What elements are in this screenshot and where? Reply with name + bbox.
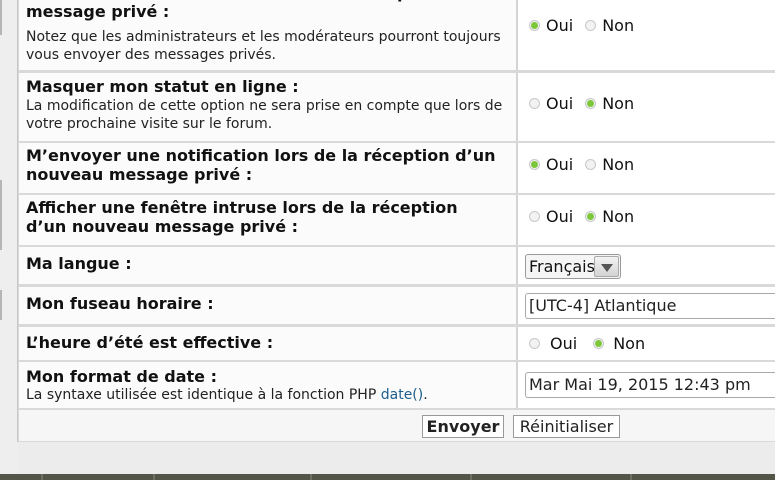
radio-label: Non [602,16,635,35]
radio-non[interactable] [585,211,597,222]
radio-label: Non [602,155,635,174]
radio-non[interactable] [585,159,597,170]
left-margin [0,0,18,474]
pref-title: Mon fuseau horaire : [26,294,214,313]
radio-label: Oui [546,207,574,226]
pref-title: M’envoyer une notification lors de la ré… [26,146,496,184]
divider [310,474,312,480]
divider [153,474,155,480]
pref-row-hide-online: Masquer mon statut en ligne : La modific… [19,73,775,141]
language-select[interactable]: Français [525,254,621,279]
radio-label: Non [602,207,635,226]
pref-title: Masquer mon statut en ligne : [26,77,299,96]
radio-oui[interactable] [529,159,540,170]
radio-group-notify-pm: Oui Non [529,155,634,174]
radio-label: Oui [546,16,574,35]
radio-non[interactable] [593,338,605,349]
pref-row-notify-pm: M’envoyer une notification lors de la ré… [19,143,775,193]
divider [0,290,2,320]
pref-title: Afficher une fenêtre intruse lors de la … [26,198,458,236]
radio-oui[interactable] [529,211,540,222]
radio-group-popup-pm: Oui Non [529,207,634,226]
date-format-input[interactable]: Mar Mai 19, 2015 12:43 pm [525,372,775,398]
radio-group-allow-pm: Oui Non [529,16,634,35]
radio-oui[interactable] [529,20,540,31]
radio-label: Oui [546,94,574,113]
radio-non[interactable] [585,20,597,31]
preferences-form: Autoriser les utilisateurs à me contacte… [17,0,775,442]
page-bottom-bar [0,474,775,480]
divider [0,0,2,35]
pref-title: Mon format de date : [26,367,217,386]
radio-label: Non [613,334,646,353]
pref-row-dst: L’heure d’été est effective : Oui Non [19,327,775,360]
radio-oui[interactable] [529,338,540,349]
pref-description: Notez que les administrateurs et les mod… [26,29,501,63]
pref-title: L’heure d’été est effective : [26,333,274,352]
pref-row-allow-pm: Autoriser les utilisateurs à me contacte… [19,0,775,70]
divider [0,180,2,250]
timezone-select[interactable]: [UTC-4] Atlantique [525,293,775,319]
chevron-down-icon[interactable] [594,256,619,277]
divider [470,474,472,480]
pref-description: La syntaxe utilisée est identique à la f… [26,386,516,404]
select-value: Français [529,257,595,276]
pref-row-timezone: Mon fuseau horaire : [UTC-4] Atlantique [19,287,775,324]
radio-group-hide-online: Oui Non [529,94,634,113]
pref-title: Ma langue : [26,254,132,273]
description-text: . [423,387,428,403]
form-footer: Envoyer Réinitialiser [19,410,775,441]
description-text: La syntaxe utilisée est identique à la f… [26,387,381,403]
divider [630,474,632,480]
pref-row-popup-pm: Afficher une fenêtre intruse lors de la … [19,195,775,245]
pref-row-date-format: Mon format de date : La syntaxe utilisée… [19,362,775,408]
submit-button[interactable]: Envoyer [422,415,504,438]
divider [41,474,43,480]
radio-label: Oui [546,155,574,174]
php-date-link[interactable]: date() [381,387,424,403]
reset-button[interactable]: Réinitialiser [513,415,620,438]
radio-group-dst: Oui Non [529,334,645,353]
radio-non[interactable] [585,98,597,109]
radio-label: Oui [550,334,578,353]
pref-description: La modification de cette option ne sera … [26,98,503,132]
radio-oui[interactable] [529,98,540,109]
radio-label: Non [602,94,635,113]
pref-row-language: Ma langue : Français [19,247,775,284]
pref-title: Autoriser les utilisateurs à me contacte… [26,0,427,21]
